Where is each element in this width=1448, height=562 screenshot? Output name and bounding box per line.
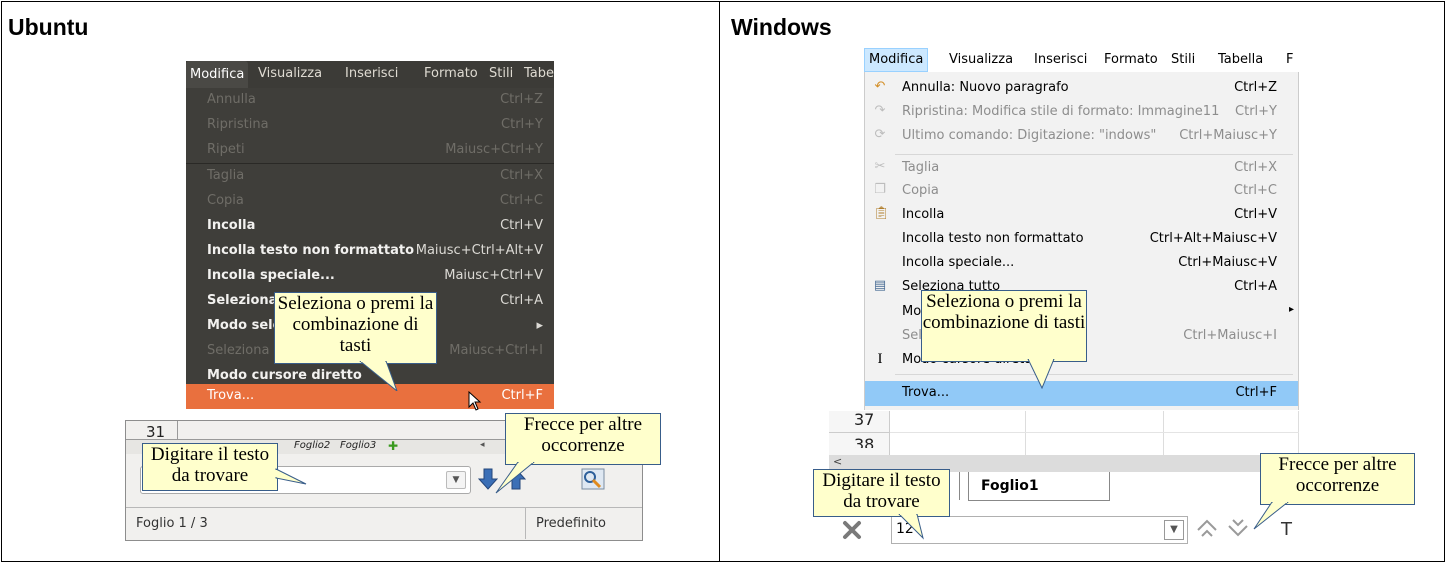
scroll-left-icon[interactable]: ◂ [480,440,485,450]
menu-item-incolla-non-formattato[interactable]: Incolla testo non formattato Ctrl+Alt+Mai… [865,227,1298,251]
mouse-pointer-icon [468,391,482,411]
menubar-modifica[interactable]: Modifica [864,48,929,72]
menubar-formato[interactable]: Formato [424,66,478,81]
text-cursor-icon: I [877,351,883,367]
add-sheet-icon[interactable]: ✚ [388,440,398,453]
menu-item-copia[interactable]: Copia Ctrl+C [186,189,554,214]
menubar-inserisci[interactable]: Inserisci [345,66,398,81]
menubar-formato[interactable]: Formato [1104,52,1158,67]
scissors-icon: ✂ [874,159,886,174]
menu-item-trova[interactable]: Trova... Ctrl+F [865,381,1298,406]
clipboard-icon: 📋︎ [873,206,890,221]
scroll-left-icon[interactable]: < [833,455,842,468]
menu-item-ripeti[interactable]: Ripeti Maiusc+Ctrl+Y [186,138,554,163]
callout-shortcut-windows: Seleziona o premi la combinazione di tas… [921,290,1087,362]
select-all-icon: ▤ [873,278,887,293]
callout-tail [1253,502,1289,530]
find-previous-arrow-icon[interactable] [1194,516,1220,542]
callout-find-text-ubuntu: Digitare il testo da trovare [142,443,278,491]
undo-icon: ↶ [874,79,886,94]
close-icon[interactable] [841,519,863,541]
ubuntu-title: Ubuntu [8,14,89,40]
menubar-visualizza[interactable]: Visualizza [949,52,1013,67]
callout-arrows-ubuntu: Frecce per altre occorrenze [505,413,661,465]
callout-tail [275,468,307,485]
menu-item-annulla[interactable]: ↶ Annulla: Nuovo paragrafo Ctrl+Z [865,76,1298,100]
menubar-stili[interactable]: Stili [1171,52,1195,67]
row-header: 37 38 [829,410,890,455]
callout-tail [495,462,535,494]
dropdown-arrow-icon[interactable]: ▼ [1164,520,1184,540]
dropdown-arrow-icon[interactable]: ▼ [446,471,466,489]
menu-item-incolla[interactable]: 📋︎ Incolla Ctrl+V [865,203,1298,227]
menubar-stili[interactable]: Stili [489,66,513,81]
row-number: 38 [854,435,875,448]
grid-line [890,432,1299,433]
callout-tail [898,514,924,540]
submenu-arrow-icon: ▸ [1288,304,1294,315]
menubar-visualizza[interactable]: Visualizza [258,66,322,81]
windows-sheet-rows: 37 38 [829,410,1299,455]
callout-arrows-windows: Frecce per altre occorrenze [1260,453,1415,505]
menu-item-ultimo-comando[interactable]: ⟳ Ultimo comando: Digitazione: "indows" Ct… [865,124,1298,148]
find-replace-icon[interactable] [580,467,606,491]
menu-item-annulla[interactable]: Annulla Ctrl+Z [186,88,554,113]
status-divider [525,508,526,539]
row-divider [177,421,178,439]
menu-item-copia[interactable]: ❐ Copia Ctrl+C [865,179,1298,203]
status-page-style: Predefinito [536,516,607,531]
menubar-modifica[interactable]: Modifica [186,61,249,88]
grid-line [1298,411,1299,455]
grid-line [1163,411,1164,455]
tab-foglio2[interactable]: Foglio2 [294,440,330,451]
callout-find-text-windows: Digitare il testo da trovare [813,469,950,517]
row-number: 37 [854,410,875,429]
windows-menubar: Modifica Visualizza Inserisci Formato St… [864,48,1300,72]
status-separator [126,507,642,508]
menu-item-incolla[interactable]: Incolla Ctrl+V [186,214,554,239]
menubar-inserisci[interactable]: Inserisci [1034,52,1087,67]
menubar-tabella[interactable]: Tabella [1218,52,1263,67]
windows-title: Windows [731,14,832,40]
menu-item-incolla-non-formattato[interactable]: Incolla testo non formattato Maiusc+Ctrl+… [186,239,554,264]
repeat-icon: ⟳ [874,127,886,142]
menu-separator [895,374,1293,375]
menu-item-taglia[interactable]: ✂ Taglia Ctrl+X [865,156,1298,180]
tab-divider [959,472,960,500]
callout-tail [1027,359,1055,389]
panel-divider [719,1,720,561]
menu-separator [895,154,1293,155]
menu-item-ripristina[interactable]: ↷ Ripristina: Modifica stile di formato: … [865,100,1298,124]
ubuntu-menubar: Modifica Visualizza Inserisci Formato St… [186,61,554,88]
menu-item-incolla-speciale[interactable]: Incolla speciale... Maiusc+Ctrl+V [186,264,554,289]
find-next-arrow-icon[interactable] [1225,516,1251,542]
menubar-tabella[interactable]: Tabe [524,66,554,81]
submenu-arrow-icon: ▸ [536,318,543,333]
row-divider [829,432,889,433]
menu-item-incolla-speciale[interactable]: Incolla speciale... Ctrl+Maiusc+V [865,251,1298,275]
menu-item-ripristina[interactable]: Ripristina Ctrl+Y [186,113,554,138]
callout-tail [359,361,398,391]
copy-icon: ❐ [874,182,886,197]
tab-foglio3[interactable]: Foglio3 [340,440,376,451]
callout-shortcut-ubuntu: Seleziona o premi la combinazione di tas… [274,292,437,364]
search-input[interactable]: 12 ▼ [891,516,1188,544]
status-sheet: Foglio 1 / 3 [136,516,208,531]
menubar-form[interactable]: F [1286,52,1293,67]
tab-foglio1[interactable]: Foglio1 [968,472,1110,501]
menu-item-taglia[interactable]: Taglia Ctrl+X [186,164,554,189]
grid-line [1025,411,1026,455]
redo-icon: ↷ [874,103,886,118]
